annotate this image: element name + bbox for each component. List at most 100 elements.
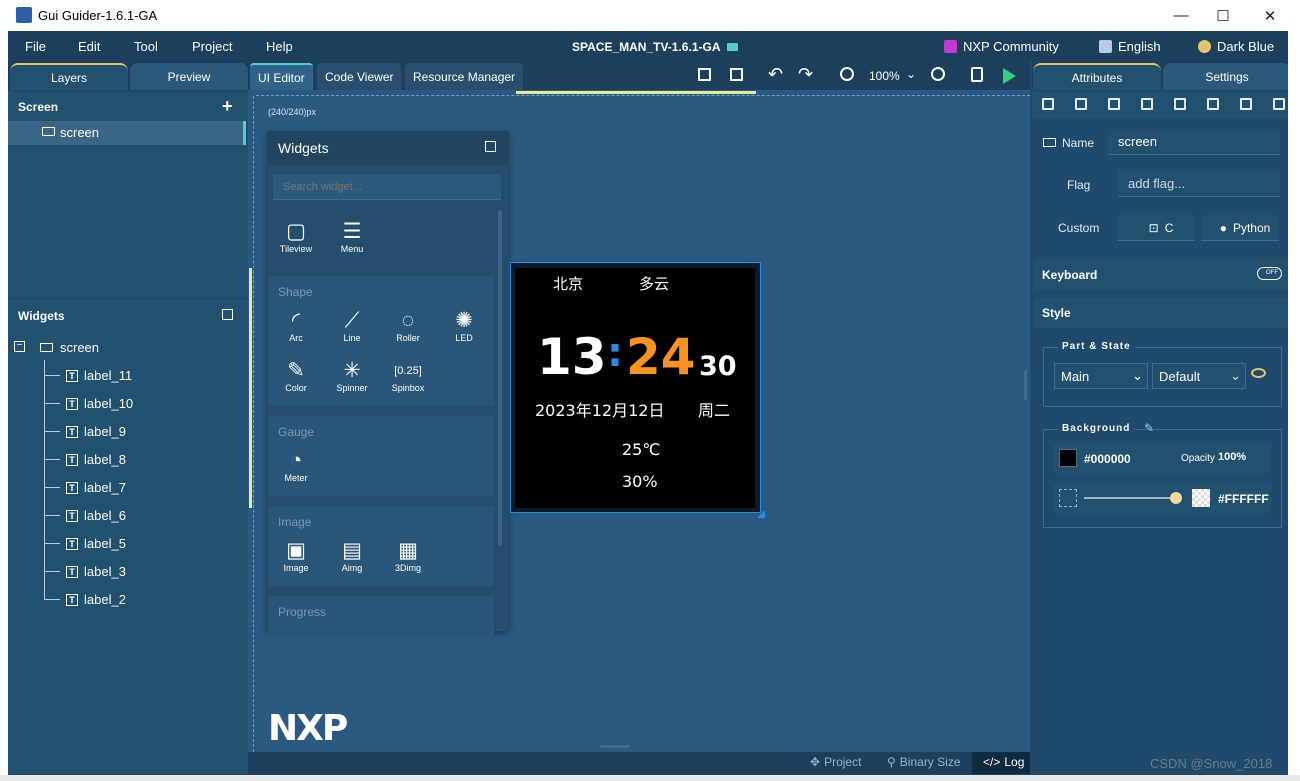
keyboard-toggle[interactable]: OFF (1257, 267, 1282, 280)
widget-roller[interactable]: ◌ Roller (380, 309, 436, 343)
tree-item-label-3[interactable]: Tlabel_3 (66, 564, 126, 579)
splitter-handle[interactable] (1024, 370, 1027, 400)
tree-item-label-10[interactable]: Tlabel_10 (66, 396, 133, 411)
humidity-label[interactable]: 30% (622, 472, 658, 491)
custom-python-button[interactable]: ● Python (1201, 215, 1279, 241)
menu-file[interactable]: File (25, 39, 46, 54)
widget-led[interactable]: ✺ LED (436, 309, 492, 343)
language-selector[interactable]: English (1099, 39, 1161, 54)
run-simulator-icon[interactable] (1003, 68, 1016, 84)
tree-root-screen[interactable]: screen (60, 340, 99, 355)
menu-edit[interactable]: Edit (78, 39, 100, 54)
menu-help[interactable]: Help (266, 39, 293, 54)
menu-tool[interactable]: Tool (134, 39, 158, 54)
send-backward-icon[interactable] (730, 68, 743, 81)
temperature-label[interactable]: 25℃ (622, 440, 660, 459)
collapse-icon[interactable]: − (14, 341, 25, 352)
generate-code-icon[interactable] (971, 67, 983, 82)
panel-resize-handle[interactable] (600, 745, 630, 748)
colon-label[interactable]: : (607, 330, 623, 376)
chevron-down-icon[interactable]: ⌄ (906, 67, 916, 81)
nxp-community-link[interactable]: NXP Community (944, 39, 1059, 54)
distribute-horizontal-icon[interactable] (1240, 98, 1252, 110)
city-label[interactable]: 北京 (553, 273, 583, 294)
widget-spinbox[interactable]: [0.25] Spinbox (380, 359, 436, 393)
tree-item-label-2[interactable]: Tlabel_2 (66, 592, 126, 607)
undo-icon[interactable]: ↶ (768, 64, 783, 85)
tab-code-viewer[interactable]: Code Viewer (317, 63, 402, 90)
tree-item-label-6[interactable]: Tlabel_6 (66, 508, 126, 523)
zoom-level[interactable]: 100% (869, 69, 900, 83)
align-bottom-icon[interactable] (1207, 98, 1219, 110)
gradient-slider-track[interactable] (1084, 497, 1176, 499)
tree-item-label-11[interactable]: Tlabel_11 (66, 368, 132, 383)
minute-label[interactable]: 24 (626, 328, 696, 386)
tab-resource-manager[interactable]: Resource Manager (405, 63, 524, 90)
gradient-image-icon[interactable] (1059, 489, 1077, 507)
open-external-icon[interactable] (485, 141, 496, 152)
menu-project[interactable]: Project (192, 39, 232, 54)
tab-preview[interactable]: Preview (130, 63, 248, 90)
name-input[interactable]: screen (1108, 129, 1280, 155)
status-log[interactable]: </> Log (983, 755, 1024, 769)
widget-color[interactable]: ✎ Color (268, 359, 324, 393)
widget-aimg[interactable]: ▤ Aimg (324, 539, 380, 573)
open-external-icon[interactable] (222, 309, 233, 320)
tree-item-label-5[interactable]: Tlabel_5 (66, 536, 126, 551)
layer-item-screen[interactable]: screen (8, 121, 246, 145)
align-top-icon[interactable] (1141, 98, 1153, 110)
state-select[interactable]: Default ⌄ (1152, 363, 1246, 389)
align-hcenter-icon[interactable] (1075, 98, 1087, 110)
widget-search-input[interactable] (273, 174, 501, 200)
widget-image[interactable]: ▣ Image (268, 539, 324, 573)
tab-attributes[interactable]: Attributes (1033, 63, 1161, 90)
weather-label[interactable]: 多云 (639, 273, 669, 294)
part-select[interactable]: Main ⌄ (1054, 363, 1148, 389)
theme-selector[interactable]: Dark Blue (1198, 39, 1274, 54)
distribute-vertical-icon[interactable] (1273, 98, 1285, 110)
date-label[interactable]: 2023年12月12日 (535, 397, 664, 421)
align-right-icon[interactable] (1108, 98, 1120, 110)
widget-meter[interactable]: ◔ Meter (268, 449, 324, 483)
add-screen-button[interactable]: + (222, 96, 233, 117)
tab-layers[interactable]: Layers (10, 63, 128, 90)
zoom-in-icon[interactable] (931, 67, 945, 81)
bring-forward-icon[interactable] (698, 68, 711, 81)
palette-scrollbar[interactable] (498, 210, 502, 546)
tree-item-label-8[interactable]: Tlabel_8 (66, 452, 126, 467)
tab-settings[interactable]: Settings (1163, 63, 1291, 90)
flag-input[interactable]: add flag... (1118, 171, 1280, 197)
maximize-button[interactable]: ☐ (1200, 0, 1246, 31)
close-button[interactable]: ✕ (1247, 0, 1293, 31)
widget-label: Spinner (336, 383, 368, 393)
minimize-button[interactable]: — (1158, 0, 1204, 31)
opacity-value[interactable]: 100% (1218, 451, 1246, 463)
bg-color-swatch[interactable] (1059, 449, 1077, 467)
zoom-out-icon[interactable] (840, 67, 854, 81)
grad-color-swatch[interactable] (1192, 489, 1210, 507)
widget-menu[interactable]: ☰ Menu (324, 220, 380, 254)
custom-c-button[interactable]: ⊡ C (1117, 215, 1195, 241)
tree-item-label-7[interactable]: Tlabel_7 (66, 480, 126, 495)
widget-3dimg[interactable]: ▦ 3Dimg (380, 539, 436, 573)
gradient-slider-knob[interactable] (1170, 492, 1182, 504)
status-binary-size[interactable]: ⚲ Binary Size (887, 755, 961, 769)
custom-c-label: C (1164, 220, 1174, 235)
tab-ui-editor[interactable]: UI Editor (250, 63, 313, 90)
grad-color-value[interactable]: #FFFFFF (1218, 492, 1269, 506)
weekday-label[interactable]: 周二 (698, 397, 730, 421)
widget-spinner[interactable]: ✳ Spinner (324, 359, 380, 393)
resize-handle-icon[interactable] (757, 510, 765, 518)
hour-label[interactable]: 13 (537, 328, 607, 386)
redo-icon[interactable]: ↷ (798, 64, 813, 85)
status-project[interactable]: ✥ Project (810, 755, 861, 769)
bg-color-value[interactable]: #000000 (1084, 452, 1131, 466)
widget-arc[interactable]: ◜ Arc (268, 309, 324, 343)
tree-item-label-9[interactable]: Tlabel_9 (66, 424, 126, 439)
eye-icon[interactable] (1251, 368, 1266, 378)
widget-line[interactable]: ⟋ Line (324, 309, 380, 343)
widget-tileview[interactable]: ▢ Tileview (268, 220, 324, 254)
second-label[interactable]: 30 (699, 351, 737, 382)
align-left-icon[interactable] (1042, 98, 1054, 110)
align-vcenter-icon[interactable] (1174, 98, 1186, 110)
